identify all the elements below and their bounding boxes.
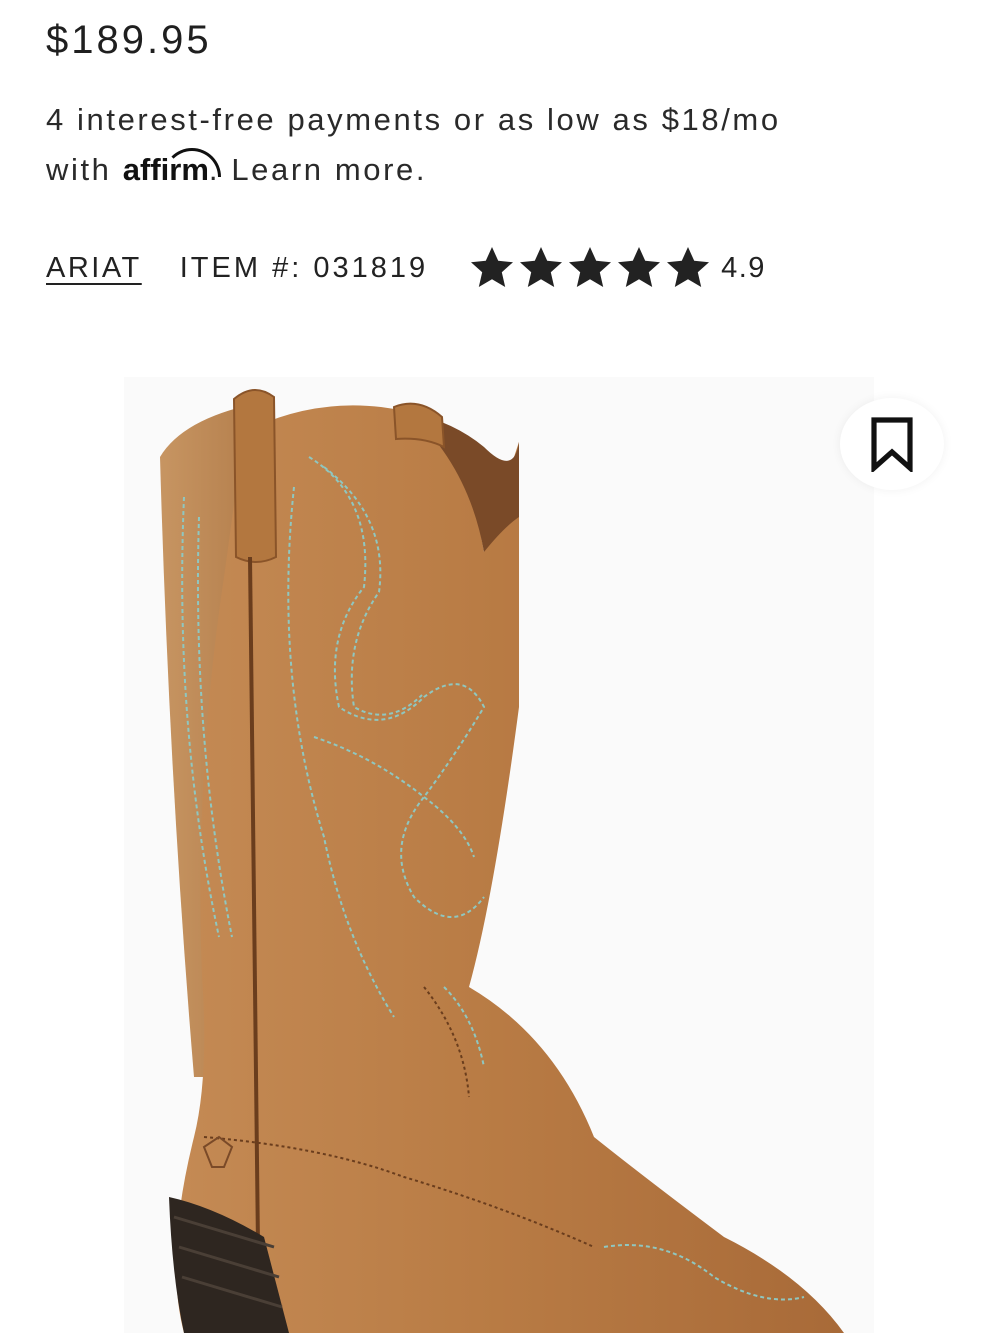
star-icon: [667, 247, 710, 287]
financing-line: 4 interest-free payments or as low as $1…: [46, 102, 781, 137]
product-page: $189.95 4 interest-free payments or as l…: [0, 0, 999, 1333]
brand-link[interactable]: ARIAT: [46, 252, 142, 285]
rating-value: 4.9: [721, 251, 766, 284]
wishlist-button[interactable]: [840, 398, 944, 490]
product-image[interactable]: [124, 377, 874, 1333]
learn-more-link[interactable]: . Learn more.: [209, 152, 427, 187]
boot-image: [160, 389, 844, 1333]
product-meta: ARIAT ITEM #: 031819 4.9: [46, 240, 766, 296]
star-icon: [569, 247, 612, 287]
financing-with: with: [46, 152, 112, 187]
rating-stars[interactable]: 4.9: [468, 244, 766, 292]
star-icon: [520, 247, 563, 287]
affirm-logo: affirm: [123, 148, 221, 187]
star-icon: [471, 247, 514, 287]
financing-message: 4 interest-free payments or as low as $1…: [46, 95, 946, 195]
product-price: $189.95: [46, 18, 212, 62]
bookmark-icon: [871, 417, 913, 472]
star-icon: [618, 247, 661, 287]
item-number: ITEM #: 031819: [179, 251, 429, 284]
